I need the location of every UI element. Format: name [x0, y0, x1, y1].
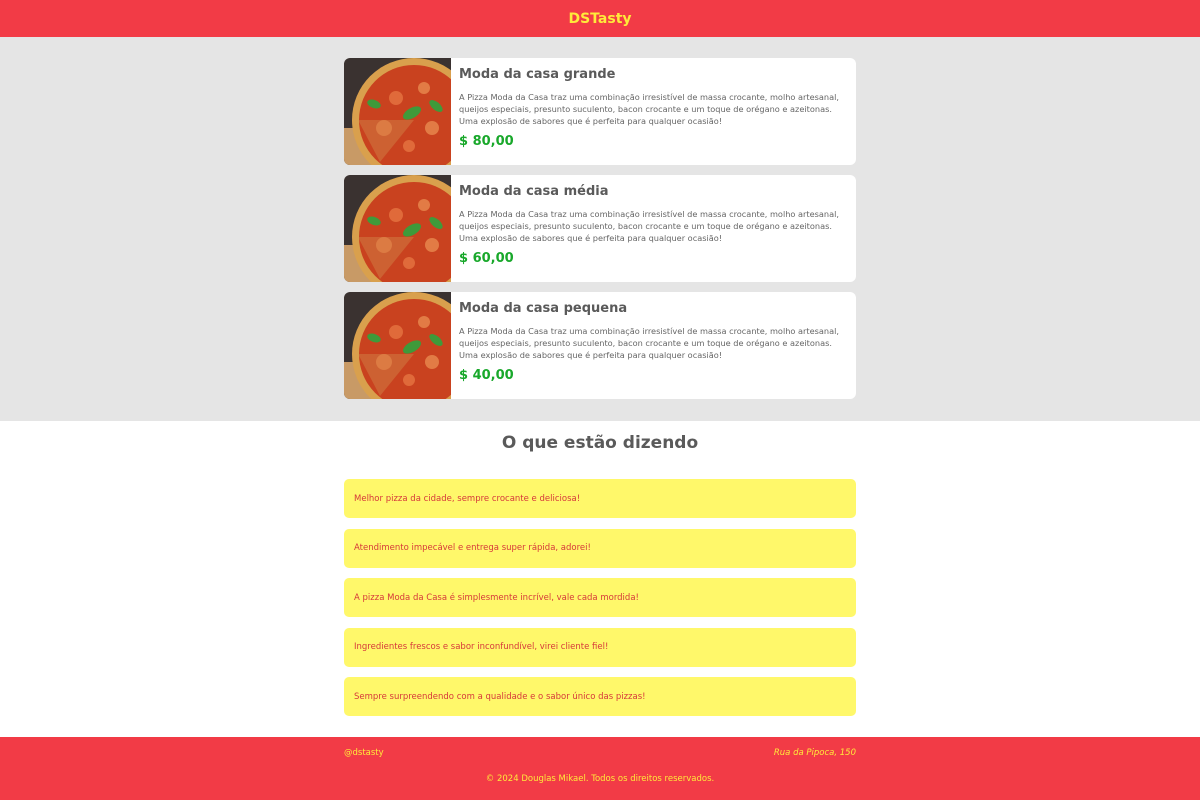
menu-section: Moda da casa grande A Pizza Moda da Casa… — [0, 37, 1200, 421]
testimonial-item: Melhor pizza da cidade, sempre crocante … — [344, 479, 856, 518]
testimonial-item: Atendimento impecável e entrega super rá… — [344, 528, 856, 568]
product-description: A Pizza Moda da Casa traz uma combinação… — [459, 209, 840, 243]
product-price: $ 80,00 — [459, 134, 514, 149]
product-card[interactable]: Moda da casa média A Pizza Moda da Casa … — [344, 175, 856, 282]
pizza-image — [344, 292, 451, 399]
pizza-image — [344, 175, 451, 282]
testimonials-section: O que estão dizendo Melhor pizza da cida… — [0, 421, 1200, 737]
footer-copyright: © 2024 Douglas Mikael. Todos os direitos… — [485, 774, 715, 784]
card-body: Moda da casa pequena A Pizza Moda da Cas… — [451, 292, 856, 399]
testimonial-item: A pizza Moda da Casa é simplesmente incr… — [344, 578, 856, 617]
product-title: Moda da casa pequena — [459, 301, 628, 316]
product-title: Moda da casa média — [459, 184, 609, 199]
card-body: Moda da casa média A Pizza Moda da Casa … — [451, 175, 856, 282]
testimonial-item: Ingredientes frescos e sabor inconfundív… — [344, 627, 856, 667]
product-price: $ 40,00 — [459, 368, 514, 383]
footer-row: @dstasty Rua da Pipoca, 150 — [344, 737, 856, 758]
product-title: Moda da casa grande — [459, 67, 616, 82]
testimonial-item: Sempre surpreendendo com a qualidade e o… — [344, 677, 856, 716]
product-description: A Pizza Moda da Casa traz uma combinação… — [459, 92, 840, 126]
product-price: $ 60,00 — [459, 251, 514, 266]
product-card[interactable]: Moda da casa pequena A Pizza Moda da Cas… — [344, 292, 856, 399]
card-body: Moda da casa grande A Pizza Moda da Casa… — [451, 58, 856, 165]
footer-address: Rua da Pipoca, 150 — [773, 748, 856, 758]
site-header: DSTasty — [0, 0, 1200, 37]
brand-logo[interactable]: DSTasty — [568, 11, 631, 27]
product-card[interactable]: Moda da casa grande A Pizza Moda da Casa… — [344, 58, 856, 165]
pizza-image — [344, 58, 451, 165]
testimonials-title: O que estão dizendo — [501, 433, 699, 453]
site-footer: @dstasty Rua da Pipoca, 150 © 2024 Dougl… — [0, 737, 1200, 800]
social-handle-link[interactable]: @dstasty — [344, 748, 384, 758]
product-description: A Pizza Moda da Casa traz uma combinação… — [459, 326, 840, 360]
